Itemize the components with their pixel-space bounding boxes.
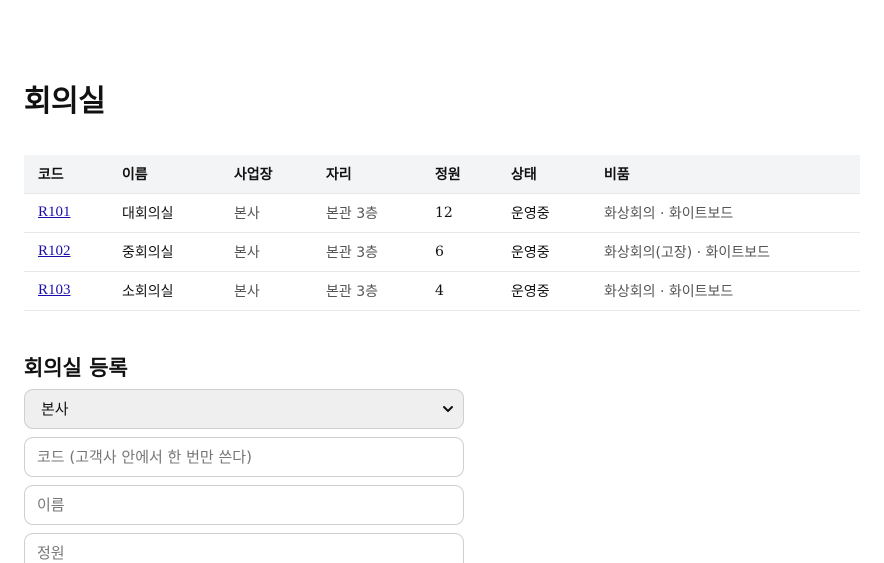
rooms-table: 코드 이름 사업장 자리 정원 상태 비품 R101 대회의실 본사 본관 3층… (24, 155, 860, 311)
table-header-row: 코드 이름 사업장 자리 정원 상태 비품 (24, 155, 860, 194)
capacity-input[interactable] (24, 532, 464, 563)
column-header-equipment: 비품 (590, 155, 860, 194)
room-status: 운영중 (497, 271, 590, 311)
room-status: 운영중 (497, 193, 590, 233)
room-name: 대회의실 (108, 193, 220, 233)
room-code-link[interactable]: R101 (38, 204, 71, 220)
column-header-code: 코드 (24, 155, 108, 194)
room-status: 운영중 (497, 232, 590, 272)
room-equipment: 화상회의 · 화이트보드 (590, 193, 860, 233)
room-capacity: 12 (421, 193, 497, 233)
column-header-status: 상태 (497, 155, 590, 194)
column-header-seat: 자리 (312, 155, 421, 194)
room-capacity: 6 (421, 232, 497, 272)
table-row: R103 소회의실 본사 본관 3층 4 운영중 화상회의 · 화이트보드 (24, 271, 860, 311)
column-header-capacity: 정원 (421, 155, 497, 194)
room-capacity: 4 (421, 271, 497, 311)
room-site: 본사 (220, 271, 312, 311)
page-title: 회의실 (24, 84, 106, 119)
site-select-value: 본사 (41, 399, 69, 418)
room-site: 본사 (220, 232, 312, 272)
site-select[interactable]: 본사 (24, 388, 464, 429)
room-seat: 본관 3층 (312, 271, 421, 311)
room-code-link[interactable]: R103 (38, 282, 71, 298)
code-input[interactable] (24, 436, 464, 477)
table-row: R102 중회의실 본사 본관 3층 6 운영중 화상회의(고장) · 화이트보… (24, 232, 860, 272)
room-equipment: 화상회의(고장) · 화이트보드 (590, 232, 860, 272)
room-code-link[interactable]: R102 (38, 243, 71, 259)
column-header-site: 사업장 (220, 155, 312, 194)
chevron-down-icon (443, 405, 453, 412)
room-seat: 본관 3층 (312, 232, 421, 272)
table-row: R101 대회의실 본사 본관 3층 12 운영중 화상회의 · 화이트보드 (24, 193, 860, 233)
name-input[interactable] (24, 484, 464, 525)
room-seat: 본관 3층 (312, 193, 421, 233)
room-site: 본사 (220, 193, 312, 233)
room-name: 소회의실 (108, 271, 220, 311)
page: 회의실 코드 이름 사업장 자리 정원 상태 비품 R101 대회의실 본사 본… (0, 0, 884, 563)
form-title: 회의실 등록 (24, 355, 128, 380)
room-name: 중회의실 (108, 232, 220, 272)
column-header-name: 이름 (108, 155, 220, 194)
room-register-form: 본사 (24, 388, 464, 563)
room-equipment: 화상회의 · 화이트보드 (590, 271, 860, 311)
